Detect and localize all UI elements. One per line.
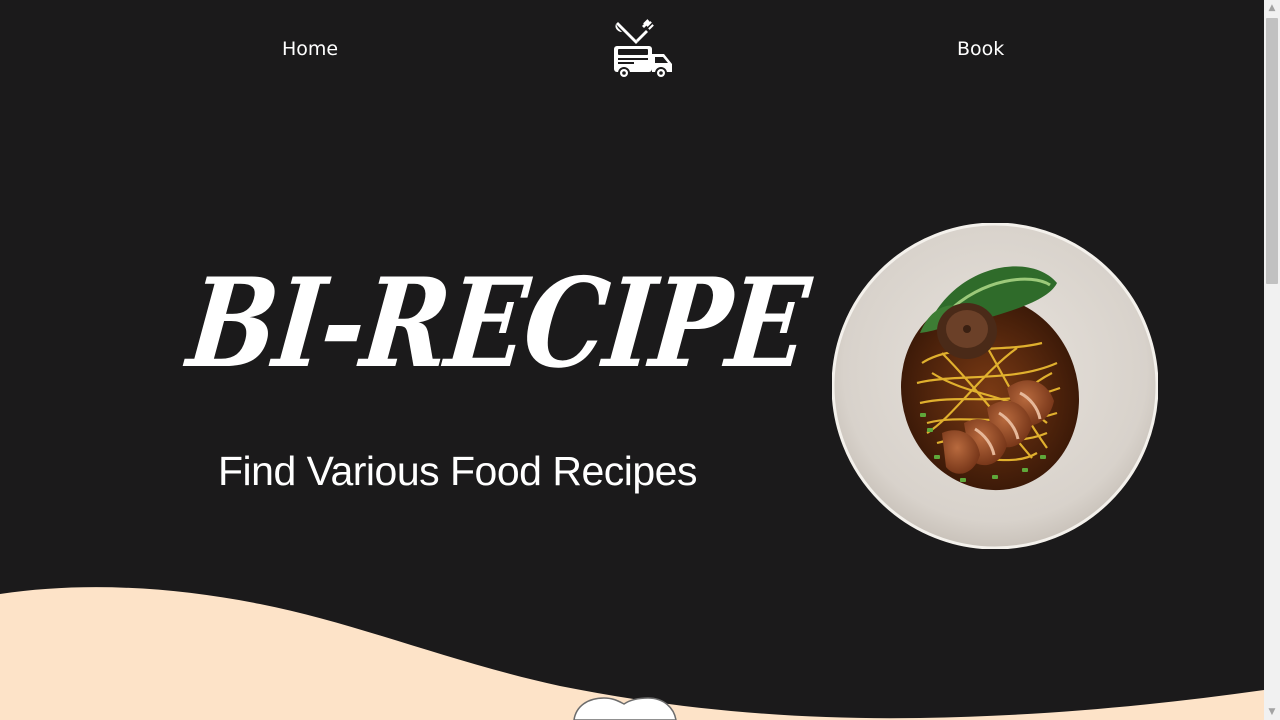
page-scrollbar[interactable]: ▲ ▼ <box>1264 0 1280 720</box>
nav-home-link[interactable]: Home <box>282 38 338 60</box>
scrollbar-thumb[interactable] <box>1266 18 1278 284</box>
noodle-bowl-image <box>832 223 1158 549</box>
scroll-up-arrow-icon[interactable]: ▲ <box>1264 0 1280 16</box>
nav-book-link[interactable]: Book <box>957 38 1004 60</box>
hero-title: BI-RECIPE <box>181 250 814 396</box>
bottom-wave <box>0 587 1264 720</box>
scroll-down-arrow-icon[interactable]: ▼ <box>1264 704 1280 720</box>
food-truck-logo-icon[interactable] <box>612 18 674 80</box>
hero-subtitle: Find Various Food Recipes <box>218 448 697 494</box>
page: Home Book BI-RECIPE Find Various Food Re… <box>0 0 1264 720</box>
